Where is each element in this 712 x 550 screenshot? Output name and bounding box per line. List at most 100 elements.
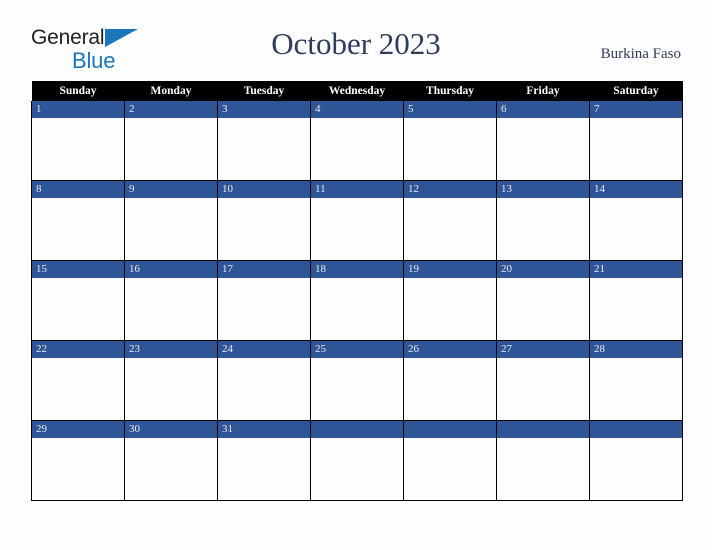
- day-notes-area[interactable]: [497, 118, 589, 180]
- calendar-day-cell[interactable]: [589, 420, 683, 501]
- day-notes-area[interactable]: [404, 358, 496, 420]
- day-notes-area[interactable]: [218, 358, 310, 420]
- day-number-band: 7: [590, 101, 682, 118]
- day-notes-area[interactable]: [404, 438, 496, 500]
- day-number: 20: [501, 263, 512, 275]
- calendar-day-cell[interactable]: 30: [124, 420, 218, 501]
- calendar-day-cell[interactable]: 14: [589, 180, 683, 261]
- day-notes-area[interactable]: [32, 198, 124, 260]
- calendar-week-row: 22 23 24 25 26 27 28: [31, 340, 683, 421]
- calendar-day-cell[interactable]: [496, 420, 590, 501]
- calendar-day-cell[interactable]: 29: [31, 420, 125, 501]
- day-notes-area[interactable]: [218, 278, 310, 340]
- day-notes-area[interactable]: [218, 198, 310, 260]
- day-notes-area[interactable]: [32, 358, 124, 420]
- calendar-day-cell[interactable]: 1: [31, 101, 125, 181]
- day-notes-area[interactable]: [125, 358, 217, 420]
- calendar-day-cell[interactable]: 18: [310, 260, 404, 341]
- calendar-day-cell[interactable]: 5: [403, 101, 497, 181]
- calendar-day-cell[interactable]: 9: [124, 180, 218, 261]
- day-notes-area[interactable]: [497, 358, 589, 420]
- day-number: 31: [222, 423, 233, 435]
- calendar-day-cell[interactable]: 12: [403, 180, 497, 261]
- day-notes-area[interactable]: [311, 438, 403, 500]
- calendar-day-cell[interactable]: 25: [310, 340, 404, 421]
- calendar-day-cell[interactable]: 11: [310, 180, 404, 261]
- day-number: 27: [501, 343, 512, 355]
- logo-triangle-icon: [105, 29, 138, 47]
- day-cell-inner: 31: [218, 421, 310, 500]
- day-notes-area[interactable]: [218, 118, 310, 180]
- day-notes-area[interactable]: [590, 438, 682, 500]
- calendar-day-cell[interactable]: 16: [124, 260, 218, 341]
- day-number: 5: [408, 103, 414, 115]
- day-notes-area[interactable]: [311, 118, 403, 180]
- day-notes-area[interactable]: [590, 198, 682, 260]
- calendar-day-cell[interactable]: 28: [589, 340, 683, 421]
- calendar-day-cell[interactable]: 23: [124, 340, 218, 421]
- calendar-day-cell[interactable]: 19: [403, 260, 497, 341]
- calendar-week-row: 29 30 31: [31, 420, 683, 501]
- calendar-day-cell[interactable]: 31: [217, 420, 311, 501]
- day-notes-area[interactable]: [404, 118, 496, 180]
- day-notes-area[interactable]: [125, 118, 217, 180]
- calendar-day-cell[interactable]: 22: [31, 340, 125, 421]
- general-blue-logo[interactable]: General Blue: [31, 27, 161, 75]
- day-number-band: 8: [32, 181, 124, 198]
- day-notes-area[interactable]: [497, 438, 589, 500]
- day-notes-area[interactable]: [497, 278, 589, 340]
- day-notes-area[interactable]: [32, 278, 124, 340]
- day-notes-area[interactable]: [497, 198, 589, 260]
- day-number: 9: [129, 183, 135, 195]
- day-notes-area[interactable]: [125, 278, 217, 340]
- calendar-page: General Blue October 2023 Burkina Faso S…: [0, 0, 712, 550]
- calendar-day-cell[interactable]: 17: [217, 260, 311, 341]
- day-cell-inner: 23: [125, 341, 217, 420]
- day-notes-area[interactable]: [311, 278, 403, 340]
- day-number-band: 31: [218, 421, 310, 438]
- calendar-day-cell[interactable]: 26: [403, 340, 497, 421]
- day-notes-area[interactable]: [32, 438, 124, 500]
- day-number: 16: [129, 263, 140, 275]
- calendar-day-cell[interactable]: 8: [31, 180, 125, 261]
- day-notes-area[interactable]: [311, 198, 403, 260]
- weekday-header-sunday: Sunday: [31, 81, 125, 101]
- day-notes-area[interactable]: [311, 358, 403, 420]
- day-number: 22: [36, 343, 47, 355]
- day-number-band: [404, 421, 496, 438]
- calendar-day-cell[interactable]: 10: [217, 180, 311, 261]
- calendar-day-cell[interactable]: 24: [217, 340, 311, 421]
- weekday-header-row: Sunday Monday Tuesday Wednesday Thursday…: [31, 81, 683, 101]
- calendar-day-cell[interactable]: 2: [124, 101, 218, 181]
- day-notes-area[interactable]: [218, 438, 310, 500]
- day-notes-area[interactable]: [404, 198, 496, 260]
- day-cell-inner: 28: [590, 341, 682, 420]
- calendar-day-cell[interactable]: 27: [496, 340, 590, 421]
- calendar-day-cell[interactable]: 7: [589, 101, 683, 181]
- day-cell-inner: 26: [404, 341, 496, 420]
- day-cell-inner: 14: [590, 181, 682, 260]
- calendar-day-cell[interactable]: 13: [496, 180, 590, 261]
- day-cell-inner: 20: [497, 261, 589, 340]
- day-number: 29: [36, 423, 47, 435]
- calendar-day-cell[interactable]: 4: [310, 101, 404, 181]
- calendar-day-cell[interactable]: 6: [496, 101, 590, 181]
- day-number-band: 25: [311, 341, 403, 358]
- calendar-day-cell[interactable]: 20: [496, 260, 590, 341]
- calendar-day-cell[interactable]: 15: [31, 260, 125, 341]
- day-notes-area[interactable]: [590, 358, 682, 420]
- day-notes-area[interactable]: [125, 198, 217, 260]
- calendar-day-cell[interactable]: 3: [217, 101, 311, 181]
- day-number: 21: [594, 263, 605, 275]
- logo-word-blue: Blue: [72, 48, 116, 73]
- day-notes-area[interactable]: [32, 118, 124, 180]
- day-notes-area[interactable]: [404, 278, 496, 340]
- day-notes-area[interactable]: [125, 438, 217, 500]
- day-number: 30: [129, 423, 140, 435]
- calendar-day-cell[interactable]: 21: [589, 260, 683, 341]
- calendar-day-cell[interactable]: [310, 420, 404, 501]
- day-number-band: [590, 421, 682, 438]
- day-notes-area[interactable]: [590, 278, 682, 340]
- calendar-day-cell[interactable]: [403, 420, 497, 501]
- day-notes-area[interactable]: [590, 118, 682, 180]
